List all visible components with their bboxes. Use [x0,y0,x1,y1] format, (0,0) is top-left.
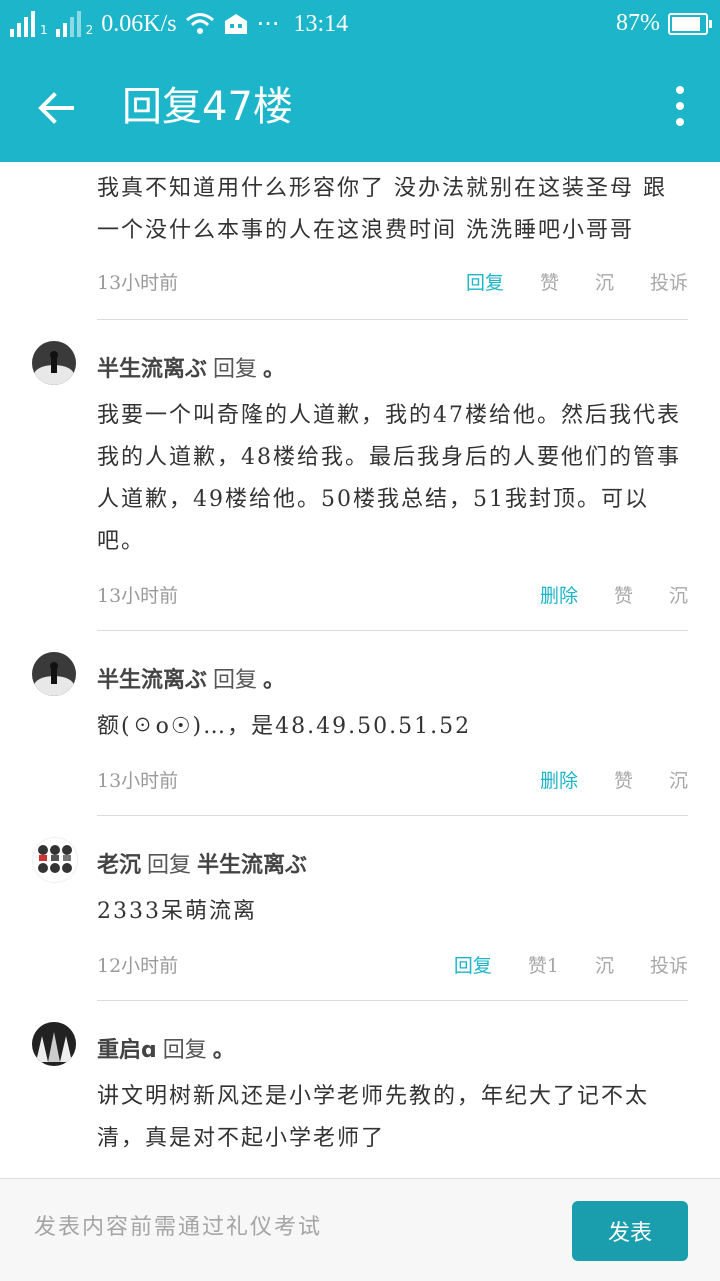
avatar[interactable] [32,837,78,883]
divider [97,1000,688,1001]
reply-list[interactable]: 我真不知道用什么形容你了 没办法就别在这装圣母 跟一个没什么本事的人在这浪费时间… [0,162,720,1178]
author-name[interactable]: 半生流离ぶ [97,668,207,693]
like-button[interactable]: 赞1 [528,951,559,978]
compose-bar: 发表内容前需通过礼仪考试 发表 [0,1178,720,1281]
arrow-left-icon [38,92,74,124]
post-actions: 删除 赞 沉 [504,766,688,793]
delete-button[interactable]: 删除 [540,766,578,793]
store-icon [224,14,247,34]
post-time: 12小时前 [97,955,179,977]
avatar[interactable] [32,341,76,385]
author-line: 半生流离ぶ 回复。 [97,662,285,694]
post-text: 我要一个叫奇隆的人道歉，我的47楼给他。然后我代表我的人道歉，48楼给我。最后我… [97,403,681,554]
post-time: 13小时前 [97,770,179,792]
post-time: 13小时前 [97,585,179,607]
delete-button[interactable]: 删除 [540,581,578,608]
post-text: 讲文明树新风还是小学老师先教的，年纪大了记不太清，真是对不起小学老师了 [97,1084,650,1151]
clock: 13:14 [293,10,349,37]
author-name[interactable]: 半生流离ぶ [97,357,207,382]
avatar[interactable] [32,1022,76,1066]
signal-icon-sim1: 1 [10,11,48,37]
sink-button[interactable]: 沉 [595,951,614,978]
battery-icon [668,12,712,35]
back-button[interactable] [30,82,82,134]
like-button[interactable]: 赞 [614,766,633,793]
post-actions: 删除 赞 沉 [504,581,688,608]
wifi-icon [185,13,214,34]
divider [97,630,688,631]
reply-target[interactable]: 半生流离ぶ [197,853,307,878]
more-notifications: ··· [256,10,280,38]
overflow-menu-button[interactable] [668,86,692,128]
reply-target[interactable]: 。 [263,357,285,382]
more-vert-icon [676,86,684,94]
send-button[interactable]: 发表 [572,1201,688,1261]
reply-button[interactable]: 回复 [466,268,504,295]
network-speed: 0.06K/s [101,10,177,37]
divider [97,319,688,320]
status-bar: 1 2 0.06K/s ··· 13:14 87% [0,0,720,52]
sink-button[interactable]: 沉 [669,766,688,793]
reply-word: 回复 [162,1038,207,1063]
reply-word: 回复 [213,357,258,382]
post-actions: 回复 赞1 沉 投诉 [418,951,688,978]
page-title: 回复47楼 [122,84,293,130]
report-button[interactable]: 投诉 [650,268,688,295]
post-text: 2333呆萌流离 [97,899,257,924]
post-time: 13小时前 [97,272,179,294]
divider [97,815,688,816]
author-name[interactable]: 重启ɑ [97,1038,157,1063]
author-line: 老沉 回复 半生流离ぶ [97,847,307,879]
sink-button[interactable]: 沉 [595,268,614,295]
reply-target[interactable]: 。 [263,668,285,693]
reply-input[interactable]: 发表内容前需通过礼仪考试 [34,1209,322,1241]
author-name[interactable]: 老沉 [97,853,141,878]
author-line: 半生流离ぶ 回复。 [97,351,285,383]
signal-icon-sim2: 2 [55,11,93,37]
battery-percent: 87% [616,10,660,36]
sink-button[interactable]: 沉 [669,581,688,608]
reply-word: 回复 [213,668,258,693]
report-button[interactable]: 投诉 [650,951,688,978]
post-actions: 回复 赞 沉 投诉 [430,268,688,295]
reply-button[interactable]: 回复 [454,951,492,978]
reply-word: 回复 [147,853,192,878]
like-button[interactable]: 赞 [614,581,633,608]
author-line: 重启ɑ 回复。 [97,1032,235,1064]
reply-target[interactable]: 。 [213,1038,235,1063]
post-text: 额(☉o☉)…，是48.49.50.51.52 [97,714,472,739]
like-button[interactable]: 赞 [540,268,559,295]
app-bar: 回复47楼 [0,52,720,162]
post-text: 我真不知道用什么形容你了 没办法就别在这装圣母 跟一个没什么本事的人在这浪费时间… [97,176,667,243]
avatar[interactable] [32,652,76,696]
